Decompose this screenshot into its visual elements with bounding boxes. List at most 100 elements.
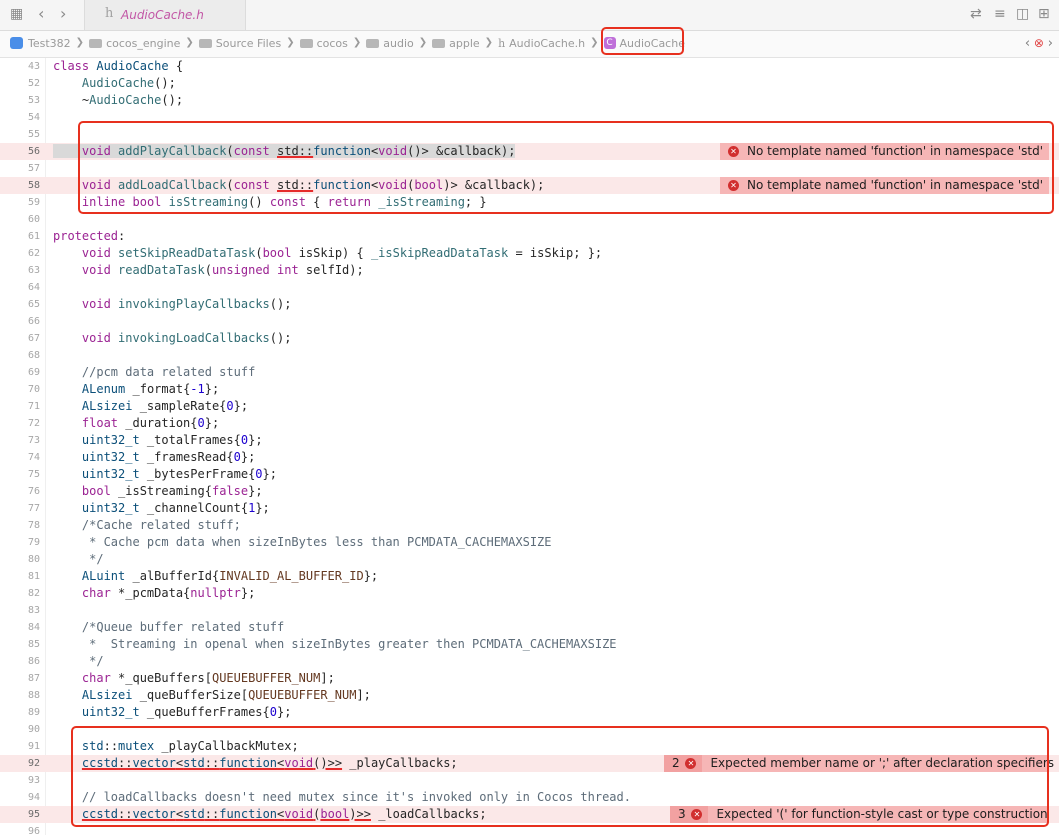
code-text[interactable]: uint32_t _bytesPerFrame{0}; bbox=[53, 466, 277, 483]
line-number[interactable]: 80 bbox=[0, 551, 40, 568]
line-number[interactable]: 55 bbox=[0, 126, 40, 143]
code-text[interactable]: class AudioCache { bbox=[53, 58, 183, 75]
code-text[interactable]: ALsizei _sampleRate{0}; bbox=[53, 398, 248, 415]
line-number[interactable]: 59 bbox=[0, 194, 40, 211]
code-line[interactable]: 69 //pcm data related stuff bbox=[0, 364, 1059, 381]
code-line[interactable]: 52 AudioCache(); bbox=[0, 75, 1059, 92]
line-number[interactable]: 52 bbox=[0, 75, 40, 92]
related-items-icon[interactable]: ⇄ bbox=[970, 6, 982, 22]
line-number[interactable]: 56 bbox=[0, 143, 40, 160]
tab-audiocache-h[interactable]: h AudioCache.h bbox=[84, 0, 246, 30]
code-text[interactable]: void setSkipReadDataTask(bool isSkip) { … bbox=[53, 245, 602, 262]
error-count-badge[interactable]: 3 ✕ bbox=[670, 806, 709, 823]
code-line[interactable]: 76 bool _isStreaming{false}; bbox=[0, 483, 1059, 500]
split-editor-icon[interactable]: ◫ bbox=[1016, 6, 1029, 22]
code-line[interactable]: 64 bbox=[0, 279, 1059, 296]
code-line[interactable]: 91 std::mutex _playCallbackMutex; bbox=[0, 738, 1059, 755]
breadcrumb-item-project[interactable]: Test382 bbox=[28, 37, 71, 50]
line-number[interactable]: 72 bbox=[0, 415, 40, 432]
code-line[interactable]: 86 */ bbox=[0, 653, 1059, 670]
line-number[interactable]: 84 bbox=[0, 619, 40, 636]
code-text[interactable]: /*Cache related stuff; bbox=[53, 517, 241, 534]
line-number[interactable]: 57 bbox=[0, 160, 40, 177]
code-line[interactable]: 62 void setSkipReadDataTask(bool isSkip)… bbox=[0, 245, 1059, 262]
code-line[interactable]: 89 uint32_t _queBufferFrames{0}; bbox=[0, 704, 1059, 721]
line-number[interactable]: 77 bbox=[0, 500, 40, 517]
line-number[interactable]: 81 bbox=[0, 568, 40, 585]
code-line[interactable]: 43 class AudioCache { bbox=[0, 58, 1059, 75]
code-line[interactable]: 57 bbox=[0, 160, 1059, 177]
code-line[interactable]: 68 bbox=[0, 347, 1059, 364]
code-line[interactable]: 93 bbox=[0, 772, 1059, 789]
line-number[interactable]: 43 bbox=[0, 58, 40, 75]
line-number[interactable]: 85 bbox=[0, 636, 40, 653]
line-number[interactable]: 68 bbox=[0, 347, 40, 364]
code-text[interactable]: bool _isStreaming{false}; bbox=[53, 483, 263, 500]
line-number[interactable]: 66 bbox=[0, 313, 40, 330]
breadcrumb-item-source-files[interactable]: Source Files bbox=[216, 37, 281, 50]
line-number[interactable]: 95 bbox=[0, 806, 40, 823]
code-text[interactable]: char *_queBuffers[QUEUEBUFFER_NUM]; bbox=[53, 670, 335, 687]
line-number[interactable]: 86 bbox=[0, 653, 40, 670]
line-number[interactable]: 82 bbox=[0, 585, 40, 602]
code-line[interactable]: 82 char *_pcmData{nullptr}; bbox=[0, 585, 1059, 602]
add-editor-icon[interactable]: ⊞ bbox=[1038, 6, 1050, 22]
code-text[interactable]: */ bbox=[53, 653, 103, 670]
line-number[interactable]: 83 bbox=[0, 602, 40, 619]
code-line[interactable]: 65 void invokingPlayCallbacks(); bbox=[0, 296, 1059, 313]
line-number[interactable]: 94 bbox=[0, 789, 40, 806]
line-number[interactable]: 54 bbox=[0, 109, 40, 126]
code-line[interactable]: 71 ALsizei _sampleRate{0}; bbox=[0, 398, 1059, 415]
line-number[interactable]: 64 bbox=[0, 279, 40, 296]
line-number[interactable]: 90 bbox=[0, 721, 40, 738]
line-number[interactable]: 88 bbox=[0, 687, 40, 704]
code-text[interactable]: inline bool isStreaming() const { return… bbox=[53, 194, 487, 211]
breadcrumb-item-apple[interactable]: apple bbox=[449, 37, 480, 50]
line-number[interactable]: 79 bbox=[0, 534, 40, 551]
code-line[interactable]: 85 * Streaming in openal when sizeInByte… bbox=[0, 636, 1059, 653]
code-line[interactable]: 94 // loadCallbacks doesn't need mutex s… bbox=[0, 789, 1059, 806]
error-icon[interactable]: ⊗ bbox=[1034, 36, 1044, 50]
error-annotation[interactable]: ✕ No template named 'function' in namespa… bbox=[720, 177, 1049, 194]
line-number[interactable]: 53 bbox=[0, 92, 40, 109]
code-line[interactable]: 81 ALuint _alBufferId{INVALID_AL_BUFFER_… bbox=[0, 568, 1059, 585]
breadcrumb-item-class[interactable]: AudioCache bbox=[620, 37, 685, 50]
code-text[interactable]: */ bbox=[53, 551, 103, 568]
line-number[interactable]: 58 bbox=[0, 177, 40, 194]
breadcrumb-item-cocos[interactable]: cocos bbox=[317, 37, 348, 50]
code-text[interactable]: AudioCache(); bbox=[53, 75, 176, 92]
code-text[interactable]: float _duration{0}; bbox=[53, 415, 219, 432]
code-line[interactable]: 80 */ bbox=[0, 551, 1059, 568]
code-line[interactable]: 73 uint32_t _totalFrames{0}; bbox=[0, 432, 1059, 449]
code-line[interactable]: 87 char *_queBuffers[QUEUEBUFFER_NUM]; bbox=[0, 670, 1059, 687]
code-text[interactable]: uint32_t _queBufferFrames{0}; bbox=[53, 704, 292, 721]
error-annotation[interactable]: 2 ✕ Expected member name or ';' after dec… bbox=[664, 755, 1054, 772]
code-text[interactable]: //pcm data related stuff bbox=[53, 364, 255, 381]
line-number[interactable]: 93 bbox=[0, 772, 40, 789]
code-line[interactable]: 79 * Cache pcm data when sizeInBytes les… bbox=[0, 534, 1059, 551]
code-text[interactable]: void addPlayCallback(const std::function… bbox=[53, 143, 516, 160]
code-line[interactable]: 56 void addPlayCallback(const std::funct… bbox=[0, 143, 1059, 160]
line-number[interactable]: 76 bbox=[0, 483, 40, 500]
code-line[interactable]: 92 ccstd::vector<std::function<void()>> … bbox=[0, 755, 1059, 772]
line-number[interactable]: 65 bbox=[0, 296, 40, 313]
line-number[interactable]: 89 bbox=[0, 704, 40, 721]
code-line[interactable]: 60 bbox=[0, 211, 1059, 228]
line-number[interactable]: 96 bbox=[0, 823, 40, 840]
code-editor[interactable]: 43 class AudioCache {52 AudioCache(); 53 ~… bbox=[0, 58, 1059, 837]
code-line[interactable]: 66 bbox=[0, 313, 1059, 330]
code-text[interactable]: void invokingLoadCallbacks(); bbox=[53, 330, 292, 347]
breadcrumb-item-audio[interactable]: audio bbox=[383, 37, 413, 50]
code-line[interactable]: 88 ALsizei _queBufferSize[QUEUEBUFFER_NU… bbox=[0, 687, 1059, 704]
line-number[interactable]: 78 bbox=[0, 517, 40, 534]
breadcrumb-item-cocos-engine[interactable]: cocos_engine bbox=[106, 37, 180, 50]
line-number[interactable]: 62 bbox=[0, 245, 40, 262]
code-text[interactable]: ALuint _alBufferId{INVALID_AL_BUFFER_ID}… bbox=[53, 568, 378, 585]
code-text[interactable]: ALenum _format{-1}; bbox=[53, 381, 219, 398]
code-line[interactable]: 84 /*Queue buffer related stuff bbox=[0, 619, 1059, 636]
code-line[interactable]: 70 ALenum _format{-1}; bbox=[0, 381, 1059, 398]
code-text[interactable]: void addLoadCallback(const std::function… bbox=[53, 177, 544, 194]
code-text[interactable]: /*Queue buffer related stuff bbox=[53, 619, 284, 636]
code-text[interactable]: * Streaming in openal when sizeInBytes g… bbox=[53, 636, 616, 653]
line-number[interactable]: 61 bbox=[0, 228, 40, 245]
